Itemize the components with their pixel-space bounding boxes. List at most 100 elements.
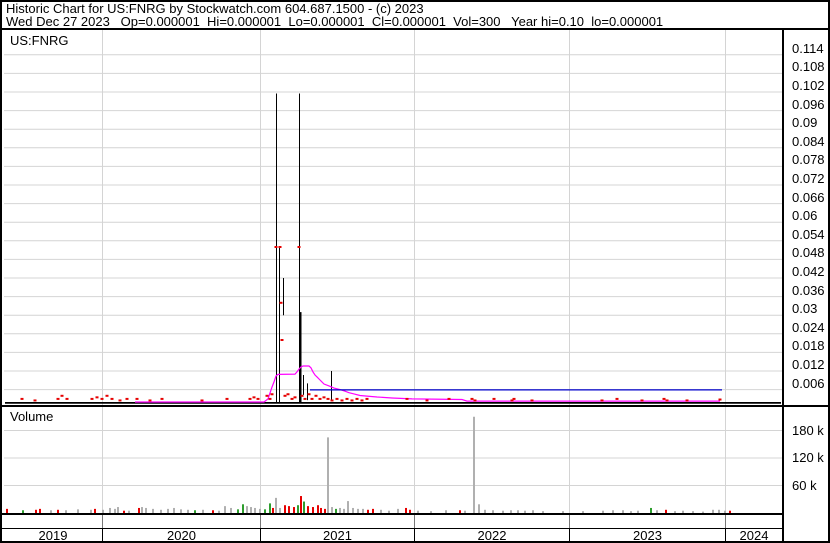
volume-chart-panel: Volume: [4, 407, 782, 513]
close-mark: [125, 397, 129, 400]
close-mark: [365, 397, 369, 400]
year-label: 2019: [38, 528, 68, 543]
year-label: 2021: [260, 529, 414, 541]
volume-bar: [307, 506, 309, 513]
close-mark: [350, 399, 354, 402]
close-mark: [290, 397, 294, 400]
close-mark: [492, 397, 496, 400]
volume-bar: [224, 506, 226, 513]
price-tick-label: 0.018: [792, 338, 825, 354]
close-mark: [20, 397, 24, 400]
volume-bar: [297, 505, 299, 513]
x-axis-tick-strip: [2, 515, 784, 528]
close-mark: [248, 397, 252, 400]
price-tick-label: 0.036: [792, 282, 825, 298]
volume-tick-label: 60 k: [792, 477, 817, 493]
price-tick-label: 0.096: [792, 96, 825, 112]
close-mark: [283, 394, 287, 397]
price-tick-label: 0.03: [792, 301, 818, 317]
close-mark: [60, 394, 64, 397]
price-tick-label: 0.012: [792, 357, 825, 372]
close-mark: [685, 399, 689, 402]
price-tick-label: 0.09: [792, 115, 818, 131]
close-mark: [65, 397, 69, 400]
price-tick-label: 0.078: [792, 152, 825, 168]
close-mark: [118, 399, 122, 402]
year-tick: [725, 515, 726, 528]
close-mark: [270, 393, 274, 396]
close-mark: [280, 339, 284, 341]
chart-header: Historic Chart for US:FNRG by Stockwatch…: [2, 2, 828, 28]
close-mark: [265, 394, 269, 397]
price-tick-label: 0.048: [792, 245, 825, 261]
close-mark: [90, 397, 94, 400]
close-mark: [307, 393, 311, 396]
volume-bar: [284, 505, 286, 513]
close-mark: [447, 397, 451, 400]
close-mark: [303, 397, 307, 400]
close-mark: [110, 397, 114, 400]
close-mark: [318, 397, 322, 400]
close-mark: [56, 397, 60, 400]
price-tick-label: 0.006: [792, 375, 825, 391]
volume-bar: [303, 501, 305, 513]
year-tick: [569, 515, 570, 528]
year-label: 2022: [414, 529, 569, 541]
close-mark: [314, 394, 318, 397]
price-tick-label: 0.102: [792, 78, 825, 93]
volume-panel-label: Volume: [10, 409, 54, 424]
close-mark: [160, 397, 164, 400]
close-mark: [330, 399, 334, 402]
chart-window: Historic Chart for US:FNRG by Stockwatch…: [0, 0, 830, 543]
close-mark: [530, 399, 534, 402]
close-mark: [297, 246, 301, 248]
close-mark: [340, 399, 344, 402]
volume-bar: [473, 416, 475, 513]
price-chart-panel: US:FNRG: [4, 30, 782, 405]
close-mark: [33, 399, 37, 402]
close-mark: [310, 397, 314, 400]
volume-bar: [246, 506, 248, 513]
close-mark: [345, 397, 349, 400]
close-mark: [300, 394, 304, 397]
volume-tick-label: 180 k: [792, 422, 824, 438]
quote-summary: Wed Dec 27 2023 Op=0.000001 Hi=0.000001 …: [6, 14, 664, 29]
close-mark: [100, 397, 104, 400]
price-tick-label: 0.084: [792, 133, 825, 149]
close-mark: [665, 399, 669, 402]
price-tick-label: 0.042: [792, 264, 825, 279]
price-tick-label: 0.066: [792, 189, 825, 205]
close-mark: [326, 397, 330, 400]
y-axis-label-margin: 0.114 0.108 0.102 0.096 0.09 0.084 0.078 0.072 0…: [784, 30, 828, 541]
price-tick-label: 0.108: [792, 59, 825, 75]
close-mark: [252, 396, 256, 399]
price-tick-label: 0.054: [792, 226, 825, 242]
symbol-label: US:FNRG: [10, 33, 69, 48]
close-mark: [470, 397, 474, 400]
price-tick-label: 0.072: [792, 171, 825, 186]
close-mark: [600, 399, 604, 402]
close-mark: [718, 398, 722, 401]
close-mark: [293, 396, 297, 399]
year-label: 2020: [102, 529, 260, 541]
year-tick: [102, 515, 103, 528]
close-mark: [225, 397, 229, 400]
close-mark: [274, 246, 278, 248]
close-mark: [148, 399, 152, 402]
close-mark: [640, 399, 644, 402]
volume-bar: [275, 497, 277, 513]
close-mark: [322, 396, 326, 399]
price-tick-label: 0.024: [792, 319, 825, 335]
close-mark: [473, 399, 477, 402]
close-mark: [355, 397, 359, 400]
close-mark: [335, 397, 339, 400]
volume-bar: [300, 496, 302, 513]
volume-chart: [4, 407, 782, 513]
close-mark: [360, 399, 364, 402]
volume-bar: [478, 504, 480, 513]
close-mark: [279, 301, 283, 304]
x-axis-year-labels: 2019 2020 2021 2022 2023 2024: [2, 528, 784, 543]
year-label: 2023: [569, 529, 725, 541]
year-tick: [260, 515, 261, 528]
close-mark: [405, 397, 409, 400]
